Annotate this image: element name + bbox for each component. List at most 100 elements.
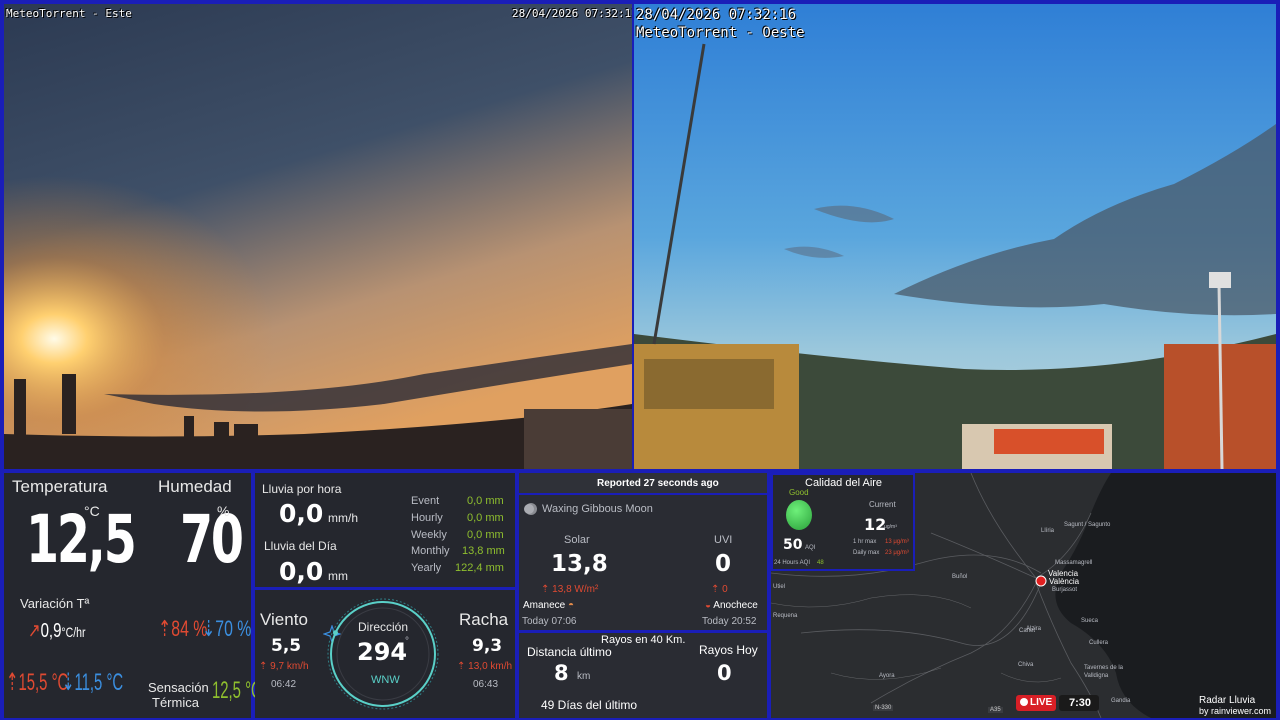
trend-icon: ↗ [28, 620, 41, 642]
place-cullera: Cullera [1089, 640, 1109, 646]
air-current-value: 12 [864, 515, 887, 534]
moon-icon [524, 503, 537, 515]
wind-value: 5,5 [271, 636, 302, 656]
variation-unit: °C/hr [61, 624, 86, 640]
arrow-up-icon: ⇡ [158, 616, 172, 641]
wind-panel: Viento 5,5 ⇡ 9,7 km/h 06:42 Dirección 29… [255, 590, 515, 718]
air-status-icon [786, 500, 812, 530]
gust-max-value: 13,0 km/h [468, 661, 513, 672]
uvi-max: ⇡ 0 [711, 584, 728, 595]
place-bunol: Buñol [952, 574, 968, 580]
air-daily-max-label: Daily max [853, 550, 880, 556]
wind-label: Viento [260, 610, 308, 629]
temperature-min-value: 11,5 °C [74, 669, 124, 696]
place-utiel: Utiel [773, 584, 786, 590]
rain-day-label: Lluvia del Día [264, 539, 337, 553]
solar-max-value: 13,8 W/m² [552, 584, 599, 595]
temperature-max-value: 15,5 °C [18, 669, 69, 696]
sunset: ◒ Anochece [705, 600, 758, 611]
gust-time: 06:43 [473, 679, 499, 690]
gust-max: ⇡ 13,0 km/h [457, 661, 512, 672]
air-aqi-unit: AQI [805, 545, 816, 551]
rain-rate-value: 0,0 [279, 499, 324, 528]
radar-map[interactable]: Sagunt / Sagunto Massamagrell Burjassot … [771, 473, 1276, 718]
air-current-unit: μg/m³ [884, 524, 897, 530]
wind-max: ⇡ 9,7 km/h [259, 661, 309, 672]
solar-panel: Reported 27 seconds ago Waxing Gibbous M… [519, 473, 767, 630]
rain-day-unit: mm [328, 569, 348, 583]
air-aqi-value: 50 [783, 537, 803, 553]
solar-label: Solar [564, 534, 590, 546]
temperature-max: ⇡15,5 °C [6, 668, 68, 697]
rain-rate-unit: mm/h [328, 511, 358, 525]
rain-panel: Lluvia por hora 0,0 mm/h Lluvia del Día … [255, 473, 515, 587]
rain-event-value: 0,0 mm [467, 495, 504, 507]
live-label: LIVE [1030, 697, 1053, 708]
place-gandia: Gandia [1111, 698, 1131, 704]
rain-yearly-label: Yearly [411, 562, 442, 574]
air-hr-max-label: 1 hr max [853, 539, 877, 545]
air-daily-max-value: 23 μg/m³ [885, 550, 909, 556]
road-a35: A35 [988, 707, 1003, 713]
place-valencia-2: València [1049, 577, 1080, 586]
lightning-distance-value: 8 [554, 661, 569, 685]
sunset-label: Anochece [713, 600, 758, 611]
place-sueca: Sueca [1081, 618, 1099, 624]
wind-time: 06:42 [271, 679, 297, 690]
rain-event-label: Event [411, 495, 440, 507]
air-quality-panel: Calidad del Aire Good 50 AQI 24 Hours AQ… [771, 473, 915, 571]
sunrise-icon: ◓ [568, 600, 575, 611]
gust-label: Racha [459, 610, 509, 629]
humidity-value: 70 [180, 501, 244, 578]
arrow-up-icon: ⇡ [259, 661, 268, 672]
direction-label: Dirección [358, 620, 409, 634]
camera-west-title: MeteoTorrent - Oeste [636, 25, 805, 41]
place-massamagrell: Massamagrell [1055, 560, 1093, 566]
arrow-down-icon: ⇣ [202, 616, 216, 641]
lightning-today-value: 0 [717, 661, 732, 685]
rain-yearly-value: 122,4 mm [455, 562, 504, 574]
arrow-up-icon: ⇡ [711, 584, 720, 595]
sunset-icon: ◒ [705, 600, 712, 611]
air-current-label: Current [869, 500, 896, 509]
uvi-label: UVI [714, 534, 733, 546]
lightning-distance-label: Distancia último [527, 645, 612, 659]
temperature-unit: °C [84, 503, 100, 519]
temperature-min: ⇣11,5 °C [62, 668, 123, 697]
solar-value: 13,8 [551, 551, 608, 577]
lightning-today-label: Rayos Hoy [699, 643, 758, 657]
road-n330: N-330 [873, 705, 894, 711]
gust-value: 9,3 [472, 636, 503, 656]
variation-reading: ↗0,9°C/hr [28, 618, 85, 643]
humidity-label: Humedad [158, 477, 232, 496]
humidity-unit: % [217, 503, 230, 519]
rain-hourly-label: Hourly [411, 512, 443, 524]
rain-day-value: 0,0 [279, 557, 324, 586]
wind-max-value: 9,7 km/h [270, 661, 309, 672]
air-hr-max-value: 13 μg/m³ [885, 539, 909, 545]
place-tavernes: Tavernes de la Valldigna [1084, 665, 1124, 679]
air-title: Calidad del Aire [805, 477, 883, 489]
camera-east-title: MeteoTorrent - Este [6, 7, 132, 20]
humidity-min-value: 70 % [215, 616, 252, 641]
sunrise: Amanece ◓ [523, 600, 574, 611]
direction-unit: ° [405, 636, 409, 647]
uvi-value: 0 [715, 551, 732, 577]
direction-cardinal: WNW [371, 674, 400, 686]
camera-west: 28/04/2026 07:32:16 MeteoTorrent - Oeste [634, 4, 1276, 469]
place-burjassot: Burjassot [1052, 587, 1078, 593]
rain-monthly-label: Monthly [411, 545, 450, 557]
radar-time: 7:30 [1069, 697, 1092, 709]
moon-phase: Waxing Gibbous Moon [542, 503, 653, 515]
divider [519, 493, 767, 495]
arrow-up-icon: ⇡ [457, 661, 466, 672]
temperature-value: 12,5 [26, 501, 137, 578]
reported-text: Reported 27 seconds ago [597, 478, 719, 489]
humidity-min: ⇣70 % [202, 616, 251, 642]
arrow-up-icon: ⇡ [541, 584, 550, 595]
sunrise-label: Amanece [523, 600, 566, 611]
lightning-distance-unit: km [577, 671, 591, 682]
sunrise-time: Today 07:06 [522, 616, 577, 627]
live-badge[interactable]: LIVE [1016, 695, 1056, 711]
weather-dashboard: MeteoTorrent - Este 28/04/2026 07:32:11 … [0, 0, 1280, 720]
